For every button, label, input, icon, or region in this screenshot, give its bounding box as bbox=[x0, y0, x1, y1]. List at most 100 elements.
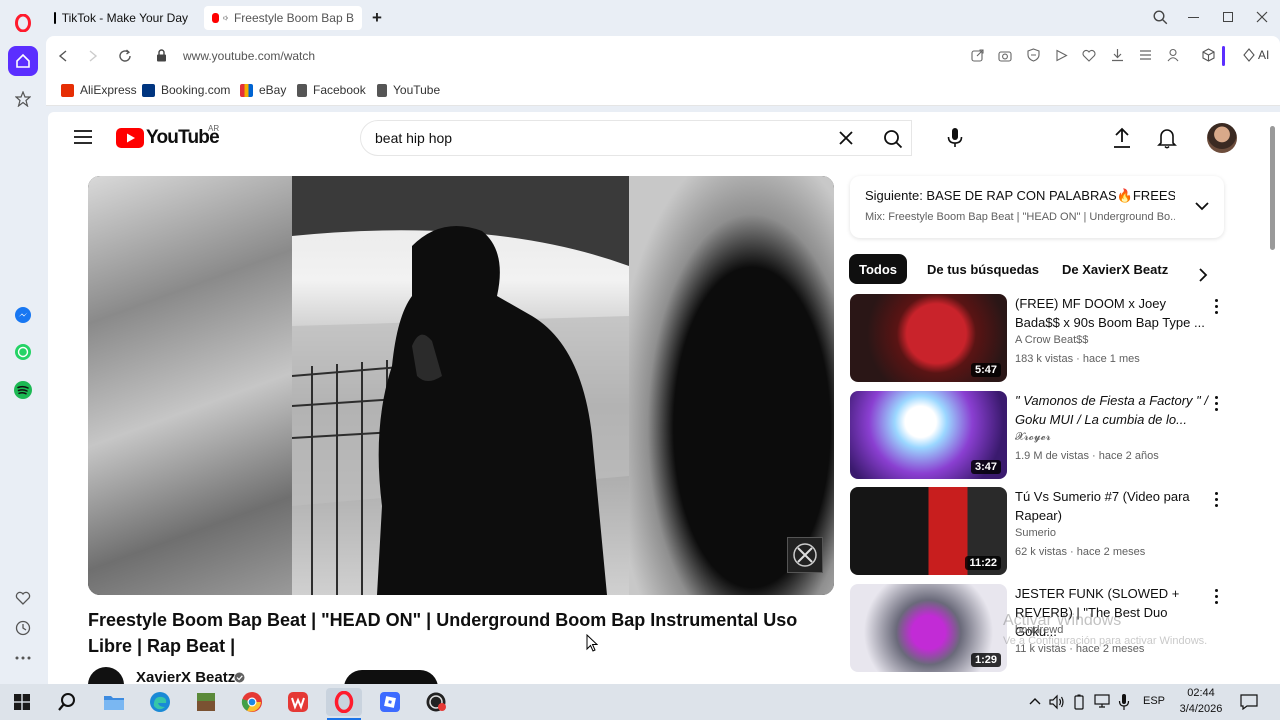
spotify-icon[interactable] bbox=[8, 375, 38, 405]
video-title: Freestyle Boom Bap Beat | "HEAD ON" | Un… bbox=[88, 610, 798, 656]
more-icon[interactable] bbox=[8, 643, 38, 673]
adblock-shield-icon[interactable] bbox=[1027, 48, 1040, 62]
bookmark-ebay[interactable]: eBay bbox=[240, 83, 286, 97]
video-player[interactable] bbox=[88, 176, 834, 595]
extensions-cube-icon[interactable] bbox=[1202, 48, 1215, 62]
clock-time[interactable]: 02:44 bbox=[1176, 687, 1226, 699]
notifications-icon[interactable] bbox=[1240, 694, 1258, 710]
chrome-icon[interactable] bbox=[234, 688, 270, 716]
microphone-tray-icon[interactable] bbox=[1118, 693, 1130, 711]
search-input[interactable]: beat hip hop bbox=[375, 130, 452, 146]
minimize-button[interactable] bbox=[1188, 17, 1199, 18]
close-window-button[interactable] bbox=[1256, 11, 1268, 23]
video-thumbnail[interactable]: 3:47 bbox=[850, 391, 1007, 479]
upload-icon[interactable] bbox=[1113, 127, 1131, 149]
chip-todos[interactable]: Todos bbox=[849, 254, 908, 284]
bookmark-booking[interactable]: Booking.com bbox=[142, 83, 230, 97]
notifications-bell-icon[interactable] bbox=[1157, 127, 1177, 149]
bookmark-facebook[interactable]: Facebook bbox=[297, 83, 366, 97]
bookmark-youtube[interactable]: YouTube bbox=[377, 83, 440, 97]
maximize-button[interactable] bbox=[1223, 12, 1233, 22]
tray-overflow-icon[interactable] bbox=[1029, 696, 1041, 706]
youtube-logo[interactable]: YouTube bbox=[116, 127, 220, 149]
minecraft-icon[interactable] bbox=[188, 688, 224, 716]
next-up-label: Siguiente: BASE DE RAP CON PALABRAS🔥FREE… bbox=[865, 188, 1175, 203]
recommendation-channel: Sumerio bbox=[1015, 527, 1056, 539]
channel-avatar[interactable] bbox=[88, 667, 124, 684]
more-actions-icon[interactable] bbox=[1208, 393, 1224, 413]
recommendation-meta: 183 k vistas · hace 1 mes bbox=[1015, 353, 1140, 365]
ai-label[interactable]: AI bbox=[1258, 48, 1269, 62]
whatsapp-icon[interactable] bbox=[8, 337, 38, 367]
recommendation-item[interactable]: 5:47 (FREE) MF DOOM x Joey Bada$$ x 90s … bbox=[850, 294, 1230, 382]
more-actions-icon[interactable] bbox=[1208, 586, 1224, 606]
new-tab-button[interactable]: + bbox=[372, 8, 382, 28]
history-icon[interactable] bbox=[8, 613, 38, 643]
player-icon[interactable] bbox=[1055, 49, 1068, 62]
chevron-right-icon[interactable] bbox=[1198, 268, 1208, 282]
edge-icon[interactable] bbox=[142, 688, 178, 716]
download-icon[interactable] bbox=[1111, 48, 1124, 62]
wps-office-icon[interactable] bbox=[280, 688, 316, 716]
speed-dial-icon[interactable] bbox=[8, 84, 38, 114]
duration-badge: 5:47 bbox=[970, 363, 1001, 377]
roblox-icon[interactable] bbox=[372, 688, 408, 716]
search-icon[interactable] bbox=[49, 688, 85, 716]
chevron-down-icon[interactable] bbox=[1195, 201, 1209, 211]
windows-start-icon[interactable] bbox=[4, 688, 40, 716]
next-up-panel[interactable]: Siguiente: BASE DE RAP CON PALABRAS🔥FREE… bbox=[850, 176, 1224, 238]
search-icon[interactable] bbox=[883, 129, 903, 149]
video-frame bbox=[291, 176, 629, 595]
heart-icon[interactable] bbox=[1082, 49, 1096, 62]
chip-de-tus-busquedas[interactable]: De tus búsquedas bbox=[917, 254, 1049, 284]
video-thumbnail[interactable]: 5:47 bbox=[850, 294, 1007, 382]
bookmark-label: eBay bbox=[259, 83, 287, 97]
page-icon bbox=[297, 83, 307, 97]
channel-name[interactable]: XavierX Beatz bbox=[136, 669, 235, 684]
duration-badge: 3:47 bbox=[970, 460, 1001, 474]
chip-channel[interactable]: De XavierX Beatz bbox=[1052, 254, 1178, 284]
more-actions-icon[interactable] bbox=[1208, 489, 1224, 509]
menu-icon[interactable] bbox=[74, 130, 92, 144]
tab-youtube[interactable]: Freestyle Boom Bap B bbox=[204, 6, 362, 30]
recommendation-item[interactable]: 11:22 Tú Vs Sumerio #7 (Video para Rapea… bbox=[850, 487, 1230, 575]
volume-icon[interactable] bbox=[1049, 694, 1065, 710]
url-field[interactable]: www.youtube.com/watch bbox=[183, 49, 315, 63]
favorites-icon[interactable] bbox=[8, 583, 38, 613]
channel-watermark-icon[interactable] bbox=[787, 537, 823, 573]
camera-icon[interactable] bbox=[998, 49, 1012, 62]
recommendation-item[interactable]: 3:47 " Vamonos de Fiesta a Factory " / G… bbox=[850, 391, 1230, 479]
back-icon[interactable] bbox=[58, 50, 68, 62]
home-icon[interactable] bbox=[8, 46, 38, 76]
activation-watermark-title: Activar Windows bbox=[1003, 612, 1122, 629]
avatar[interactable] bbox=[1207, 123, 1237, 153]
clear-search-icon[interactable] bbox=[839, 131, 853, 145]
bookmark-aliexpress[interactable]: AliExpress bbox=[61, 83, 137, 97]
file-explorer-icon[interactable] bbox=[96, 688, 132, 716]
clock-date[interactable]: 3/4/2026 bbox=[1176, 703, 1226, 715]
page-scrollbar[interactable] bbox=[1270, 126, 1275, 250]
language-indicator[interactable]: ESP bbox=[1143, 695, 1165, 707]
obs-recorder-icon[interactable] bbox=[418, 688, 454, 716]
share-icon[interactable] bbox=[971, 49, 984, 62]
network-icon[interactable] bbox=[1094, 694, 1110, 708]
opera-logo-icon[interactable] bbox=[8, 8, 38, 38]
more-actions-icon[interactable] bbox=[1208, 296, 1224, 316]
battery-icon[interactable] bbox=[1074, 694, 1084, 710]
speaker-icon[interactable] bbox=[223, 12, 229, 24]
lock-icon[interactable] bbox=[156, 49, 167, 62]
messenger-icon[interactable] bbox=[8, 300, 38, 330]
easy-setup-icon[interactable] bbox=[1139, 49, 1152, 61]
aria-ai-icon[interactable] bbox=[1243, 48, 1255, 62]
opera-taskbar-icon[interactable] bbox=[326, 688, 362, 716]
reload-icon[interactable] bbox=[118, 49, 132, 63]
tab-tiktok[interactable]: TikTok - Make Your Day bbox=[46, 6, 196, 30]
forward-icon[interactable] bbox=[88, 50, 98, 62]
subscribe-button[interactable] bbox=[344, 670, 438, 684]
microphone-icon[interactable] bbox=[946, 127, 964, 149]
account-icon[interactable] bbox=[1167, 48, 1179, 62]
search-tabs-icon[interactable] bbox=[1153, 10, 1168, 25]
video-thumbnail[interactable]: 1:29 bbox=[850, 584, 1007, 672]
video-thumbnail[interactable]: 11:22 bbox=[850, 487, 1007, 575]
youtube-icon bbox=[212, 13, 219, 23]
